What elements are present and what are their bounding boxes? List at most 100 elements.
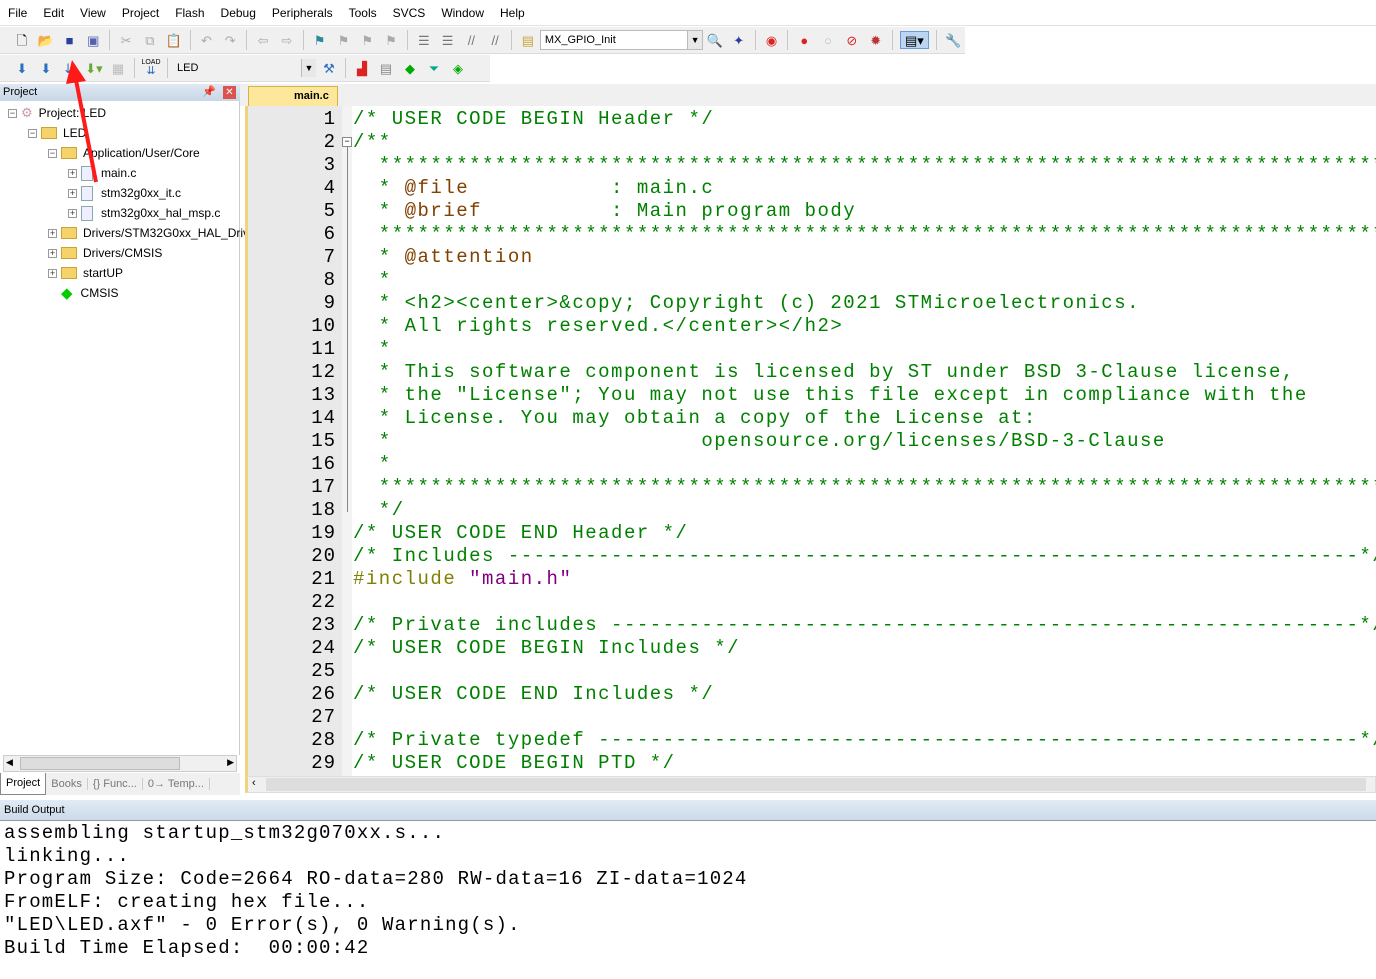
find-icon[interactable]: 🔍: [706, 31, 724, 49]
copy-icon[interactable]: ⧉: [141, 31, 159, 49]
kill-breakpoints-icon[interactable]: ✹: [867, 31, 885, 49]
save-all-icon[interactable]: ▣: [84, 31, 102, 49]
find-in-files-icon[interactable]: ▤: [519, 31, 537, 49]
menu-project[interactable]: Project: [122, 6, 159, 20]
tree-item[interactable]: + startUP: [48, 263, 123, 283]
pin-icon[interactable]: 📌: [202, 84, 216, 101]
save-icon[interactable]: ■: [61, 31, 79, 49]
disable-all-breakpoints-icon[interactable]: ⊘: [843, 31, 861, 49]
tree-item[interactable]: − Application/User/Core: [48, 143, 200, 163]
disable-breakpoint-icon[interactable]: ○: [819, 31, 837, 49]
batch-build-icon[interactable]: ⬇▾: [85, 59, 103, 77]
tree-item[interactable]: + main.c: [68, 163, 136, 183]
redo-icon[interactable]: ↷: [221, 31, 239, 49]
prev-bookmark-icon[interactable]: ⚑: [335, 31, 353, 49]
tree-item-label: stm32g0xx_hal_msp.c: [101, 206, 221, 220]
tree-item-label: Application/User/Core: [83, 146, 200, 160]
open-folder-icon[interactable]: 📂: [37, 31, 55, 49]
rebuild-icon[interactable]: ⇊: [61, 59, 79, 77]
fold-collapse-icon[interactable]: −: [342, 137, 352, 147]
collapse-icon[interactable]: −: [8, 108, 17, 118]
incremental-find-icon[interactable]: ✦: [730, 31, 748, 49]
pack-installer-icon[interactable]: ◈: [449, 59, 467, 77]
code-line: 2 /**: [248, 131, 1376, 154]
stop-build-icon[interactable]: ▦: [109, 59, 127, 77]
next-bookmark-icon[interactable]: ⚑: [358, 31, 376, 49]
expand-icon[interactable]: +: [68, 168, 77, 178]
cut-icon[interactable]: ✂: [117, 31, 135, 49]
comment-icon[interactable]: //: [462, 31, 480, 49]
code-text: *: [353, 453, 392, 476]
collapse-icon[interactable]: −: [28, 128, 37, 138]
code-text: /* USER CODE BEGIN PTD */: [353, 752, 676, 775]
manage-project-items-icon[interactable]: ▟: [353, 59, 371, 77]
undo-icon[interactable]: ↶: [198, 31, 216, 49]
tree-item[interactable]: ◆ CMSIS: [48, 283, 119, 303]
panel-tab-2[interactable]: {} Func...: [88, 778, 143, 790]
target-combo[interactable]: LED ▼: [172, 58, 317, 78]
configure-icon[interactable]: 🔧: [944, 31, 962, 49]
code-token: *: [353, 269, 392, 291]
build-icon[interactable]: ⬇: [37, 59, 55, 77]
project-horizontal-scrollbar[interactable]: ◀ ▶: [3, 755, 237, 772]
menu-debug[interactable]: Debug: [221, 6, 256, 20]
expand-icon[interactable]: +: [68, 208, 77, 218]
tree-item[interactable]: − LED: [28, 123, 86, 143]
editor-horizontal-scrollbar[interactable]: ‹: [245, 776, 1376, 793]
tree-item[interactable]: + Drivers/STM32G0xx_HAL_Driver: [48, 223, 260, 243]
select-software-packs-icon[interactable]: ⏷: [425, 59, 443, 77]
panel-tab-0[interactable]: Project: [0, 773, 47, 795]
tree-item[interactable]: + stm32g0xx_hal_msp.c: [68, 203, 220, 223]
uncomment-icon[interactable]: //: [486, 31, 504, 49]
target-options-icon[interactable]: ⚒: [320, 59, 338, 77]
chevron-down-icon[interactable]: ▼: [301, 59, 316, 77]
collapse-icon[interactable]: −: [48, 148, 57, 158]
bookmark-icon[interactable]: ⚑: [311, 31, 329, 49]
panel-tab-3[interactable]: 0→ Temp...: [143, 778, 210, 790]
unindent-icon[interactable]: ☰: [439, 31, 457, 49]
menu-help[interactable]: Help: [500, 6, 525, 20]
chevron-down-icon[interactable]: ▼: [687, 31, 703, 49]
menu-svcs[interactable]: SVCS: [393, 6, 426, 20]
forward-icon[interactable]: ⇨: [278, 31, 296, 49]
code-token: /* USER CODE BEGIN PTD */: [353, 752, 676, 774]
manage-run-time-environment-icon[interactable]: ◆: [401, 59, 419, 77]
code-text: ****************************************…: [353, 223, 1376, 246]
tree-item[interactable]: − ⚙ Project: LED: [8, 103, 106, 123]
panel-tab-1[interactable]: Books: [46, 778, 88, 790]
menu-tools[interactable]: Tools: [349, 6, 377, 20]
new-file-icon[interactable]: 🗋: [13, 31, 31, 49]
window-layout-icon[interactable]: ▤▾: [899, 31, 930, 49]
menu-peripherals[interactable]: Peripherals: [272, 6, 333, 20]
code-text: *: [353, 338, 392, 361]
code-token: * License. You may obtain a copy of the …: [353, 407, 1037, 429]
breakpoint-icon[interactable]: ●: [795, 31, 813, 49]
back-icon[interactable]: ⇦: [254, 31, 272, 49]
code-line: 15 * opensource.org/licenses/BSD-3-Claus…: [248, 430, 1376, 453]
menu-view[interactable]: View: [80, 6, 106, 20]
menu-flash[interactable]: Flash: [175, 6, 204, 20]
expand-icon[interactable]: +: [68, 188, 77, 198]
code-editor[interactable]: 1/* USER CODE BEGIN Header */2/** 3 *****…: [245, 106, 1376, 776]
tab-main-c[interactable]: main.c: [248, 86, 338, 106]
menu-file[interactable]: File: [8, 6, 27, 20]
download-icon[interactable]: LOAD ⇊: [141, 59, 160, 77]
menu-edit[interactable]: Edit: [43, 6, 64, 20]
menu-window[interactable]: Window: [441, 6, 484, 20]
expand-icon[interactable]: +: [48, 248, 57, 258]
folder-icon: [61, 227, 77, 239]
multi-project-icon[interactable]: ▤: [377, 59, 395, 77]
expand-icon[interactable]: +: [48, 268, 57, 278]
tree-item[interactable]: + stm32g0xx_it.c: [68, 183, 181, 203]
expand-icon[interactable]: +: [48, 228, 57, 238]
translate-icon[interactable]: ⬇: [13, 59, 31, 77]
paste-icon[interactable]: 📋: [165, 31, 183, 49]
close-icon[interactable]: ✕: [223, 86, 236, 99]
code-line: 7 * @attention: [248, 246, 1376, 269]
debug-session-icon[interactable]: ◉: [763, 31, 781, 49]
clear-bookmarks-icon[interactable]: ⚑: [382, 31, 400, 49]
function-combo[interactable]: MX_GPIO_Init ▼: [539, 30, 704, 50]
indent-icon[interactable]: ☰: [415, 31, 433, 49]
folder-icon: [61, 267, 77, 279]
tree-item[interactable]: + Drivers/CMSIS: [48, 243, 162, 263]
